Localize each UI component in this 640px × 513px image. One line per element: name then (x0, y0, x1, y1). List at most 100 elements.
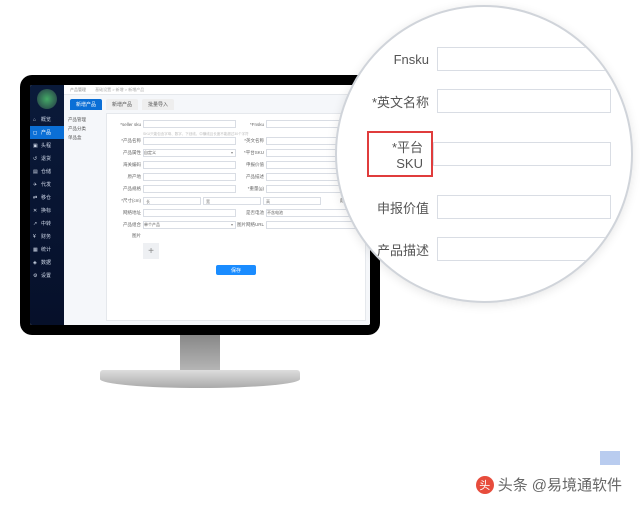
size-w-input[interactable] (203, 197, 261, 205)
sidebar-item-return[interactable]: ↺退货 (30, 152, 64, 165)
sidebar: ⌂概览 ◻产品 ▣头程 ↺退货 ▤仓储 ✈代发 ⇄移仓 ✕换标 ↗中转 ¥财务 … (30, 85, 64, 325)
sidebar-label: 中转 (41, 220, 51, 227)
transit-icon: ↗ (33, 221, 39, 227)
label-size: *尺寸(cm) (113, 198, 141, 204)
sidebar-label: 头程 (41, 142, 51, 149)
label-seller-sku: *seller sku (113, 122, 141, 127)
sidebar-label: 退货 (41, 155, 51, 162)
storage-icon: ▤ (33, 169, 39, 175)
size-l-input[interactable] (143, 197, 201, 205)
breadcrumb: 基础设置 > 新增 > 新增产品 (95, 87, 144, 93)
sidebar-label: 数据 (41, 259, 51, 266)
label-url: 网络地址 (113, 210, 141, 216)
label-image: 图片 (113, 233, 141, 239)
mag-label-fnsku: Fnsku (367, 52, 437, 67)
label-declare-val: 申报价值 (236, 162, 264, 168)
monitor-stand-neck (180, 335, 220, 375)
data-icon: ◈ (33, 260, 39, 266)
ship-icon: ✈ (33, 182, 39, 188)
mag-input-fnsku[interactable] (437, 47, 611, 71)
combo-select[interactable]: 单个产品 (143, 221, 236, 229)
gear-icon: ⚙ (33, 273, 39, 279)
magnifier-overlay: Fnsku *英文名称 *平台SKU 申报价值 产品描述 (335, 5, 633, 303)
swap-icon: ✕ (33, 208, 39, 214)
attr-select[interactable]: 自定义 (143, 149, 236, 157)
upload-image-button[interactable]: + (143, 243, 159, 259)
label-hscode: 海关编码 (113, 162, 141, 168)
sidebar-label: 设置 (41, 272, 51, 279)
mag-input-desc[interactable] (437, 237, 611, 261)
mag-input-declare-val[interactable] (437, 195, 611, 219)
seller-sku-input[interactable] (143, 120, 236, 128)
mag-label-desc: 产品描述 (367, 240, 437, 259)
sidebar-label: 仓储 (41, 168, 51, 175)
mag-input-en-name[interactable] (437, 89, 611, 113)
sidebar-item-overview[interactable]: ⌂概览 (30, 113, 64, 126)
mag-label-en-name: *英文名称 (367, 92, 437, 111)
sidebar-item-storage[interactable]: ▤仓储 (30, 165, 64, 178)
chart-icon: ▦ (33, 247, 39, 253)
tree-item-single-box[interactable]: 单品盒 (68, 135, 100, 141)
hscode-input[interactable] (143, 161, 236, 169)
page-title: 产品管理 (70, 87, 86, 93)
cube-icon: ◻ (33, 130, 39, 136)
tree-item-categories[interactable]: 产品分类 (68, 126, 100, 132)
toutiao-icon: 头 (476, 476, 494, 494)
size-h-input[interactable] (263, 197, 321, 205)
mag-row-fnsku: Fnsku (367, 47, 611, 71)
watermark-author: @易境通软件 (532, 474, 622, 495)
sidebar-label: 代发 (41, 181, 51, 188)
sidebar-item-finance[interactable]: ¥财务 (30, 230, 64, 243)
mag-label-plat-sku: *平台SKU (367, 131, 433, 177)
sidebar-label: 产品 (41, 129, 51, 136)
label-plat-sku: *平台SKU (236, 150, 264, 156)
mag-label-declare-val: 申报价值 (367, 198, 437, 217)
sidebar-item-stats[interactable]: ▦统计 (30, 243, 64, 256)
img-url-input[interactable] (266, 221, 359, 229)
spec-input[interactable] (143, 185, 236, 193)
tab-new-product[interactable]: 新增产品 (70, 99, 102, 110)
sidebar-label: 财务 (41, 233, 51, 240)
sidebar-item-dropship[interactable]: ✈代发 (30, 178, 64, 191)
mag-row-declare-val: 申报价值 (367, 195, 611, 219)
topbar: 产品管理 基础设置 > 新增 > 新增产品 (64, 85, 370, 95)
content-area: 产品管理 基础设置 > 新增 > 新增产品 新增产品 新增产品 批量导入 产品管… (64, 85, 370, 325)
sidebar-item-firstleg[interactable]: ▣头程 (30, 139, 64, 152)
label-desc: 产品描述 (236, 174, 264, 180)
sidebar-item-relabel[interactable]: ✕换标 (30, 204, 64, 217)
mag-input-plat-sku[interactable] (433, 142, 611, 166)
truck-icon: ▣ (33, 143, 39, 149)
label-cn-name: *产品名称 (113, 138, 141, 144)
sidebar-item-settings[interactable]: ⚙设置 (30, 269, 64, 282)
save-button[interactable]: 保存 (216, 265, 256, 275)
tree-item-products[interactable]: 产品管理 (68, 117, 100, 123)
monitor-frame: ⌂概览 ◻产品 ▣头程 ↺退货 ▤仓储 ✈代发 ⇄移仓 ✕换标 ↗中转 ¥财务 … (20, 75, 380, 335)
logo-avatar[interactable] (37, 89, 57, 109)
label-combo: 产品组合 (113, 222, 141, 228)
tab-bulk-import[interactable]: 批量导入 (142, 99, 174, 110)
move-icon: ⇄ (33, 195, 39, 201)
cn-name-input[interactable] (143, 137, 236, 145)
sidebar-item-transit[interactable]: ↗中转 (30, 217, 64, 230)
home-icon: ⌂ (33, 117, 39, 123)
label-weight: *重量(g) (236, 186, 264, 192)
sidebar-item-data[interactable]: ◈数据 (30, 256, 64, 269)
tab-new-product-2[interactable]: 新增产品 (106, 99, 138, 110)
label-spec: 产品规格 (113, 186, 141, 192)
product-form: *seller sku *Fnsku SKU只能包含字母、数字、下划线、中横线且… (106, 113, 366, 321)
label-origin: 原产地 (113, 174, 141, 180)
decorative-square (600, 451, 620, 465)
category-tree: 产品管理 产品分类 单品盒 (64, 113, 104, 148)
label-img-url: 图片网络URL (236, 222, 264, 228)
watermark-prefix: 头条 (498, 474, 528, 495)
label-fnsku: *Fnsku (236, 122, 264, 127)
mag-row-en-name: *英文名称 (367, 89, 611, 113)
sidebar-item-move[interactable]: ⇄移仓 (30, 191, 64, 204)
monitor-stand-base (100, 370, 300, 388)
sidebar-item-product[interactable]: ◻产品 (30, 126, 64, 139)
magnifier-content: Fnsku *英文名称 *平台SKU 申报价值 产品描述 (337, 7, 631, 299)
origin-input[interactable] (143, 173, 236, 181)
return-icon: ↺ (33, 156, 39, 162)
sidebar-label: 统计 (41, 246, 51, 253)
url-input[interactable] (143, 209, 236, 217)
